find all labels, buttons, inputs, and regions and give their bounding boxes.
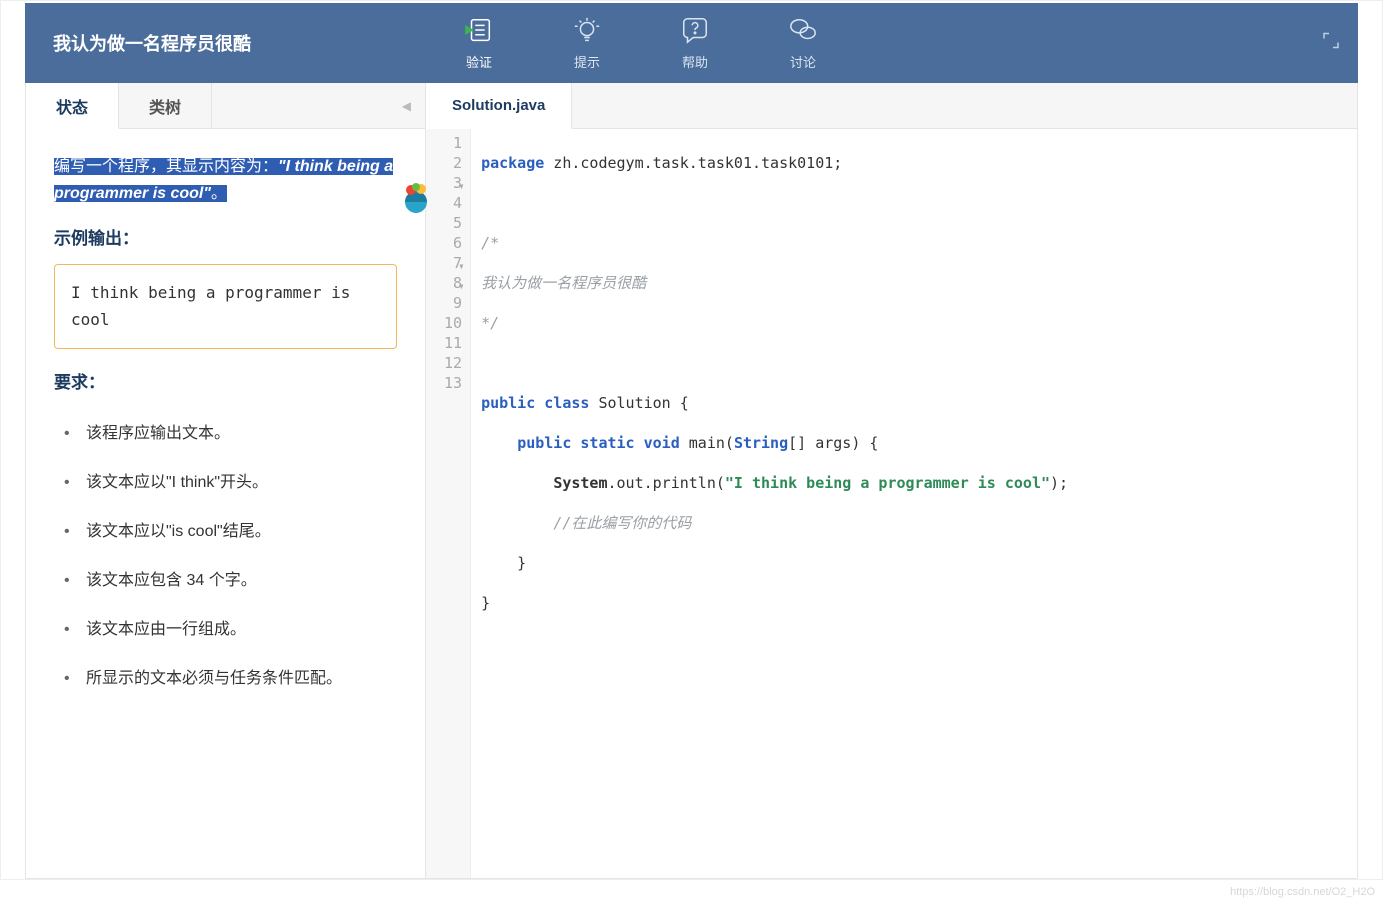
example-title: 示例输出： [54,225,397,254]
intro-trailing: 。 [211,185,227,202]
code-area[interactable]: package zh.codegym.task.task01.task0101;… [471,129,1078,878]
example-output-box: I think being a programmer is cool [54,264,397,348]
line-number: 7 [444,253,462,273]
requirement-item: 该文本应由一行组成。 [64,616,397,643]
line-number: 11 [444,333,462,353]
help-button[interactable]: 帮助 [641,3,749,83]
requirement-item: 该文本应以"I think"开头。 [64,469,397,496]
watermark: https://blog.csdn.net/O2_H2O [1230,886,1375,898]
mascot-avatar-icon[interactable] [399,180,433,214]
line-gutter: 1 2 3 4 5 6 7 8 9 10 11 12 13 [426,129,471,878]
tab-status[interactable]: 状态 [26,83,119,129]
requirement-item: 该文本应以"is cool"结尾。 [64,518,397,545]
chat-bubbles-icon [788,15,818,48]
code-editor[interactable]: 1 2 3 4 5 6 7 8 9 10 11 12 13 package zh… [426,129,1357,878]
intro-text: 编写一个程序，其显示内容为： [54,158,278,175]
line-number: 8 [444,273,462,293]
verify-button[interactable]: 验证 [425,3,533,83]
task-title: 我认为做一名程序员很酷 [25,3,425,83]
requirement-item: 该文本应包含 34 个字。 [64,567,397,594]
line-number: 10 [444,313,462,333]
hint-label: 提示 [574,52,600,71]
help-bubble-icon [680,15,710,48]
file-tabs: Solution.java [426,83,1357,129]
line-number: 1 [444,133,462,153]
requirement-item: 该程序应输出文本。 [64,420,397,447]
help-label: 帮助 [682,52,708,71]
line-number: 3 [444,173,462,193]
task-description: 编写一个程序，其显示内容为："I think being a programme… [26,129,425,878]
app-header: 我认为做一名程序员很酷 验证 [25,3,1358,83]
line-number: 5 [444,213,462,233]
requirements-title: 要求： [54,369,397,398]
requirement-item: 所显示的文本必须与任务条件匹配。 [64,665,397,692]
header-actions: 验证 提示 帮助 [425,3,857,83]
collapse-left-icon[interactable]: ◀ [402,99,411,113]
line-number: 12 [444,353,462,373]
left-panel: 状态 类树 ◀ 编写一个程序，其显示内容为："I think being a p… [26,83,426,878]
discuss-label: 讨论 [790,52,816,71]
file-tab-solution[interactable]: Solution.java [426,83,572,129]
line-number: 13 [444,373,462,393]
line-number: 2 [444,153,462,173]
discuss-button[interactable]: 讨论 [749,3,857,83]
left-tabs: 状态 类树 ◀ [26,83,425,129]
hint-button[interactable]: 提示 [533,3,641,83]
line-number: 6 [444,233,462,253]
line-number: 4 [444,193,462,213]
task-intro: 编写一个程序，其显示内容为："I think being a programme… [54,153,397,207]
line-number: 9 [444,293,462,313]
right-panel: Solution.java 1 2 3 4 5 6 7 8 9 10 11 12… [426,83,1357,878]
fullscreen-icon[interactable] [1322,32,1340,55]
tab-class-tree[interactable]: 类树 [119,83,212,129]
checklist-play-icon [464,15,494,48]
main-split: 状态 类树 ◀ 编写一个程序，其显示内容为："I think being a p… [25,83,1358,879]
requirements-list: 该程序应输出文本。 该文本应以"I think"开头。 该文本应以"is coo… [64,420,397,693]
lightbulb-icon [572,15,602,48]
verify-label: 验证 [466,52,492,71]
